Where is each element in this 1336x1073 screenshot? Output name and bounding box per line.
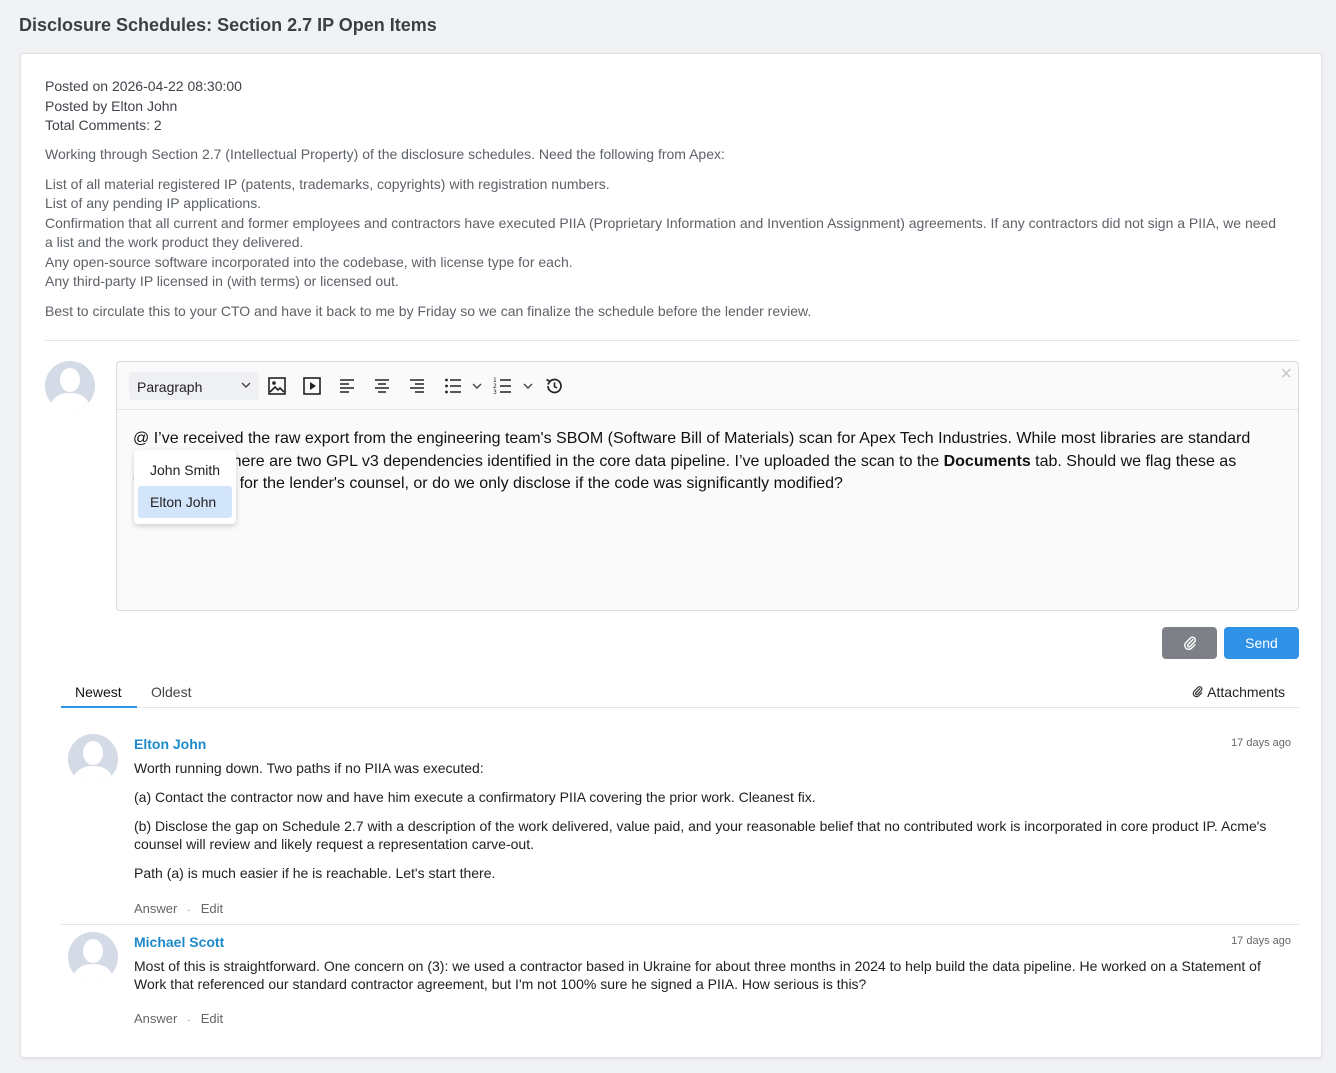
comment-avatar bbox=[68, 932, 118, 982]
chevron-down-icon[interactable] bbox=[471, 380, 483, 392]
post-closing: Best to circulate this to your CTO and h… bbox=[45, 302, 812, 319]
comment-time: 17 days ago bbox=[1231, 935, 1291, 947]
user-placeholder-icon bbox=[45, 361, 95, 411]
post-card: Posted on 2026-04-22 08:30:00 Posted by … bbox=[20, 53, 1322, 1058]
numbered-list-icon[interactable]: 123 bbox=[493, 376, 513, 396]
post-item-list: List of all material registered IP (pate… bbox=[45, 175, 1285, 292]
block-format-value: Paragraph bbox=[137, 379, 203, 395]
answer-link[interactable]: Answer bbox=[134, 901, 177, 916]
attachments-link[interactable]: Attachments bbox=[1191, 684, 1285, 700]
mention-dropdown: John Smith Elton John bbox=[134, 450, 236, 524]
posted-by: Posted by Elton John bbox=[45, 97, 178, 114]
posted-on: Posted on 2026-04-22 08:30:00 bbox=[45, 78, 242, 94]
composer-avatar bbox=[45, 361, 95, 411]
paperclip-icon bbox=[1184, 636, 1197, 651]
post-item: List of any pending IP applications. bbox=[45, 195, 262, 211]
comment-actions: Answer · Edit bbox=[134, 1011, 223, 1026]
post-meta: Posted on 2026-04-22 08:30:00 Posted by … bbox=[45, 77, 242, 136]
post-intro: Working through Section 2.7 (Intellectua… bbox=[45, 146, 725, 162]
comment-editor[interactable]: Paragraph 1 2 3 × @ I’ve received the ra… bbox=[116, 361, 1299, 611]
post-item: Confirmation that all current and former… bbox=[45, 214, 1277, 251]
mention-option-elton-john[interactable]: Elton John bbox=[138, 486, 232, 518]
video-icon[interactable] bbox=[302, 376, 322, 396]
comment-paragraph: (b) Disclose the gap on Schedule 2.7 wit… bbox=[134, 818, 1267, 852]
action-separator: · bbox=[187, 905, 191, 916]
post-item: List of all material registered IP (pate… bbox=[45, 175, 610, 192]
image-icon[interactable] bbox=[267, 376, 287, 396]
edit-link[interactable]: Edit bbox=[201, 901, 223, 916]
user-placeholder-icon bbox=[68, 734, 118, 784]
paperclip-icon bbox=[1192, 686, 1203, 698]
tab-newest[interactable]: Newest bbox=[75, 684, 122, 700]
total-comments: Total Comments: 2 bbox=[45, 117, 162, 133]
attach-button[interactable] bbox=[1162, 627, 1217, 659]
editor-toolbar: Paragraph 1 2 3 × bbox=[117, 362, 1298, 410]
post-divider bbox=[45, 340, 1299, 341]
answer-link[interactable]: Answer bbox=[134, 1011, 177, 1026]
page-title: Disclosure Schedules: Section 2.7 IP Ope… bbox=[19, 15, 437, 35]
comment-author[interactable]: Michael Scott bbox=[134, 934, 224, 950]
align-center-icon[interactable] bbox=[372, 376, 392, 396]
align-right-icon[interactable] bbox=[407, 376, 427, 396]
post-body: Working through Section 2.7 (Intellectua… bbox=[45, 145, 1285, 321]
editor-text-bold: Documents bbox=[943, 452, 1031, 470]
comment-paragraph: Most of this is straightforward. One con… bbox=[134, 958, 1261, 992]
bullet-list-icon[interactable] bbox=[443, 376, 463, 396]
action-separator: · bbox=[187, 1015, 191, 1026]
history-icon[interactable] bbox=[544, 376, 564, 396]
block-format-select[interactable]: Paragraph bbox=[129, 372, 259, 400]
edit-link[interactable]: Edit bbox=[201, 1011, 223, 1026]
comment-divider bbox=[61, 924, 1299, 925]
editor-text[interactable]: @ I’ve received the raw export from the … bbox=[133, 428, 1283, 496]
comment-time: 17 days ago bbox=[1231, 737, 1291, 749]
post-item: Any third-party IP licensed in (with ter… bbox=[45, 273, 399, 289]
chevron-down-icon bbox=[239, 378, 253, 395]
post-item: Any open-source software incorporated in… bbox=[45, 253, 573, 270]
attachments-label: Attachments bbox=[1207, 684, 1285, 700]
send-button[interactable]: Send bbox=[1224, 627, 1299, 659]
comment-avatar bbox=[68, 734, 118, 784]
comment-paragraph: (a) Contact the contractor now and have … bbox=[134, 789, 816, 805]
chevron-down-icon[interactable] bbox=[522, 380, 534, 392]
mention-option-john-smith[interactable]: John Smith bbox=[138, 454, 232, 486]
active-tab-indicator bbox=[61, 706, 137, 708]
comment-paragraph: Path (a) is much easier if he is reachab… bbox=[134, 865, 496, 881]
comment-body: Worth running down. Two paths if no PIIA… bbox=[134, 759, 1284, 893]
user-placeholder-icon bbox=[68, 932, 118, 982]
comment-paragraph: Worth running down. Two paths if no PIIA… bbox=[134, 760, 484, 776]
close-icon[interactable]: × bbox=[1280, 364, 1292, 384]
comment-sort-tabs: Newest Oldest Attachments bbox=[61, 682, 1299, 708]
comment-actions: Answer · Edit bbox=[134, 901, 223, 916]
comment-body: Most of this is straightforward. One con… bbox=[134, 957, 1284, 1004]
svg-text:3: 3 bbox=[493, 389, 497, 396]
align-left-icon[interactable] bbox=[337, 376, 357, 396]
comment-author[interactable]: Elton John bbox=[134, 736, 206, 752]
tab-oldest[interactable]: Oldest bbox=[151, 684, 191, 700]
